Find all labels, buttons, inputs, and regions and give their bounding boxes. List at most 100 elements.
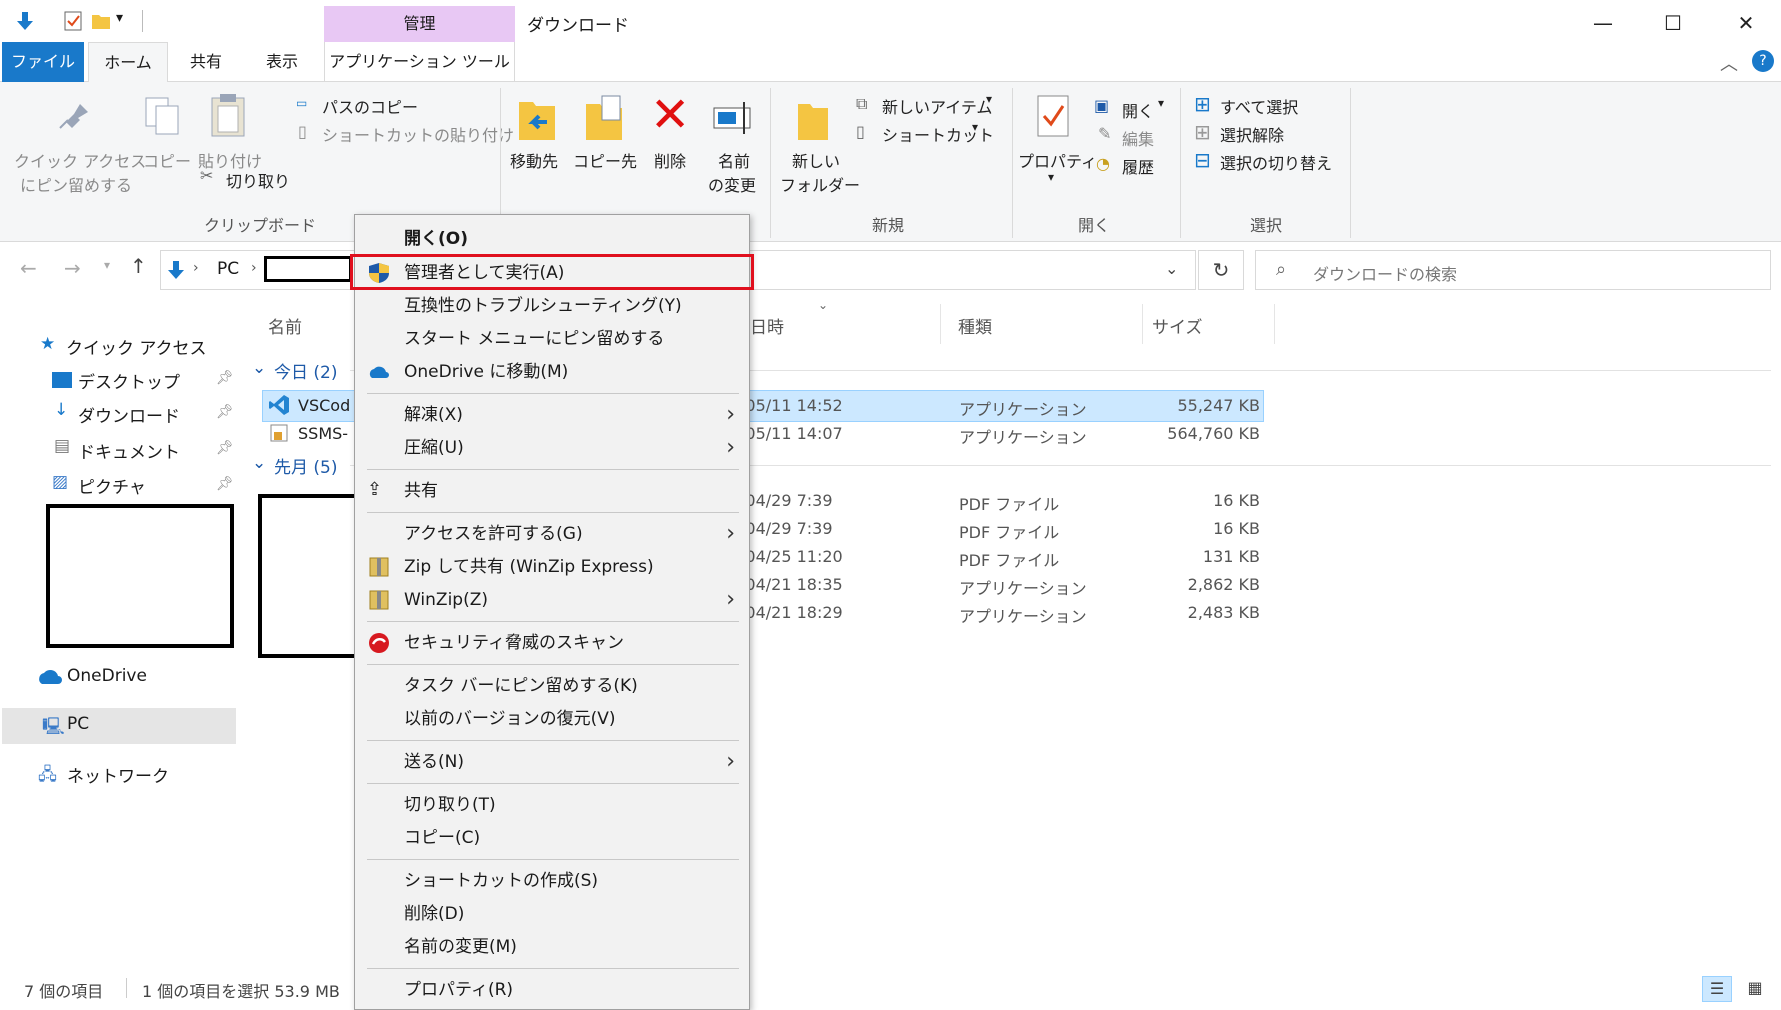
- tab-application-tools[interactable]: アプリケーション ツール: [324, 42, 515, 82]
- nav-downloads[interactable]: ダウンロード: [78, 402, 180, 427]
- invert-selection-button[interactable]: 選択の切り替え: [1220, 150, 1332, 174]
- nav-documents[interactable]: ドキュメント: [78, 438, 180, 463]
- paste-shortcut-button[interactable]: ショートカットの貼り付け: [322, 122, 514, 146]
- nav-desktop[interactable]: デスクトップ: [78, 368, 180, 393]
- download-arrow-icon[interactable]: [14, 10, 36, 32]
- back-icon[interactable]: ←: [20, 256, 37, 280]
- delete-button[interactable]: 削除: [654, 148, 686, 172]
- group-chevron-icon[interactable]: ⌄: [252, 453, 266, 473]
- copy-to-button[interactable]: コピー先: [573, 148, 637, 172]
- refresh-button[interactable]: ↻: [1198, 250, 1244, 290]
- pin-quick-access-label-2[interactable]: にピン留めする: [20, 172, 132, 196]
- menu-item-cut[interactable]: 切り取り(T): [355, 789, 749, 821]
- nav-quick-access[interactable]: クイック アクセス: [66, 334, 207, 359]
- tab-home[interactable]: ホーム: [88, 42, 168, 83]
- menu-item-properties[interactable]: プロパティ(R): [355, 974, 749, 1006]
- menu-item-give-access[interactable]: アクセスを許可する(G) ›: [355, 518, 749, 550]
- menu-item-onedrive-move[interactable]: OneDrive に移動(M): [355, 356, 749, 388]
- properties-dropdown-icon[interactable]: ▾: [1048, 170, 1054, 184]
- menu-item-open[interactable]: 開く(O): [355, 223, 749, 255]
- minimize-button[interactable]: —: [1580, 8, 1626, 38]
- menu-item-copy[interactable]: コピー(C): [355, 822, 749, 854]
- column-header-type[interactable]: 種類: [958, 313, 992, 338]
- properties-button[interactable]: プロパティ: [1018, 148, 1097, 172]
- close-button[interactable]: ✕: [1723, 8, 1769, 38]
- select-all-button[interactable]: すべて選択: [1220, 94, 1298, 118]
- edit-button[interactable]: 編集: [1122, 126, 1154, 150]
- column-header-name[interactable]: 名前: [268, 313, 302, 338]
- up-icon[interactable]: ↑: [130, 254, 147, 278]
- menu-item-compress[interactable]: 圧縮(U) ›: [355, 432, 749, 464]
- copy-path-button[interactable]: パスのコピー: [322, 94, 418, 118]
- new-folder-label-2[interactable]: フォルダー: [780, 172, 860, 196]
- menu-item-delete[interactable]: 削除(D): [355, 898, 749, 930]
- menu-item-security-scan[interactable]: セキュリティ脅威のスキャン: [355, 627, 749, 659]
- group-chevron-icon[interactable]: ⌄: [252, 358, 266, 378]
- clipboard-group-label: クリップボード: [204, 216, 317, 235]
- properties-check-icon[interactable]: [62, 10, 84, 32]
- details-view-icon[interactable]: ☰: [1702, 976, 1732, 1002]
- maximize-button[interactable]: ☐: [1650, 8, 1696, 38]
- menu-item-label: アクセスを許可する(G): [404, 524, 583, 544]
- pin-icon[interactable]: 📌︎: [216, 440, 234, 456]
- group-separator: [1180, 88, 1181, 238]
- new-folder-icon[interactable]: [90, 10, 112, 32]
- new-item-dropdown-icon[interactable]: ▾: [986, 92, 992, 106]
- rename-label-2[interactable]: の変更: [708, 172, 756, 196]
- menu-item-create-shortcut[interactable]: ショートカットの作成(S): [355, 865, 749, 897]
- menu-item-share[interactable]: ⇪ 共有: [355, 475, 749, 507]
- menu-item-send-to[interactable]: 送る(N) ›: [355, 746, 749, 778]
- tab-view[interactable]: 表示: [246, 42, 318, 82]
- menu-item-zip-share[interactable]: Zip して共有 (WinZip Express): [355, 551, 749, 583]
- new-folder-label-1[interactable]: 新しい: [792, 148, 840, 172]
- select-all-icon: ⊞: [1194, 92, 1211, 116]
- menu-item-restore-versions[interactable]: 以前のバージョンの復元(V): [355, 703, 749, 735]
- ribbon-tabs: ファイル ホーム 共有 表示 アプリケーション ツール ︿ ?: [0, 42, 1781, 83]
- column-header-date[interactable]: 日時: [750, 313, 784, 338]
- pin-icon[interactable]: 📌︎: [216, 476, 234, 492]
- pin-icon[interactable]: 📌︎: [216, 404, 234, 420]
- new-item-button[interactable]: 新しいアイテム: [882, 94, 992, 118]
- nav-pc[interactable]: PC: [67, 714, 89, 734]
- qat-dropdown-icon[interactable]: ▾: [116, 10, 123, 26]
- shortcut-dropdown-icon[interactable]: ▾: [972, 120, 978, 134]
- address-dropdown-icon[interactable]: ⌄: [1165, 259, 1178, 278]
- search-input[interactable]: ⌕ ダウンロードの検索: [1255, 250, 1771, 290]
- open-button[interactable]: 開く: [1122, 98, 1154, 122]
- menu-item-winzip[interactable]: WinZip(Z) ›: [355, 584, 749, 616]
- menu-item-pin-taskbar[interactable]: タスク バーにピン留めする(K): [355, 670, 749, 702]
- nav-pictures[interactable]: ピクチャ: [78, 473, 146, 498]
- file-name[interactable]: SSMS-: [298, 424, 348, 443]
- menu-item-rename[interactable]: 名前の変更(M): [355, 931, 749, 963]
- copy-button[interactable]: コピー: [143, 148, 191, 172]
- nav-onedrive[interactable]: OneDrive: [67, 666, 147, 686]
- pin-icon[interactable]: 📌︎: [216, 370, 234, 386]
- menu-item-troubleshoot[interactable]: 互換性のトラブルシューティング(Y): [355, 290, 749, 322]
- tab-share[interactable]: 共有: [170, 42, 242, 82]
- group-header-today[interactable]: 今日 (2): [274, 358, 337, 383]
- paste-icon: [211, 94, 245, 137]
- pin-quick-access-label-1[interactable]: クイック アクセス: [14, 148, 146, 172]
- menu-item-extract[interactable]: 解凍(X) ›: [355, 399, 749, 431]
- status-bar: 7 個の項目 1 個の項目を選択 53.9 MB ☰ ▦: [0, 968, 1781, 1010]
- menu-item-pin-start[interactable]: スタート メニューにピン留めする: [355, 323, 749, 355]
- help-icon[interactable]: ?: [1752, 50, 1774, 72]
- open-dropdown-icon[interactable]: ▾: [1158, 96, 1164, 110]
- large-icons-view-icon[interactable]: ▦: [1740, 976, 1770, 1002]
- recent-locations-icon[interactable]: ▾: [104, 258, 110, 272]
- collapse-ribbon-icon[interactable]: ︿: [1720, 50, 1738, 76]
- rename-label-1[interactable]: 名前: [718, 148, 750, 172]
- file-size: 2,862 KB: [1187, 575, 1260, 594]
- cut-button[interactable]: 切り取り: [226, 168, 290, 192]
- column-header-size[interactable]: サイズ: [1152, 313, 1203, 338]
- tab-file[interactable]: ファイル: [2, 42, 84, 82]
- menu-item-label: 解凍(X): [404, 405, 463, 425]
- breadcrumb-pc[interactable]: PC: [217, 259, 239, 279]
- forward-icon[interactable]: →: [64, 256, 81, 280]
- group-header-last-month[interactable]: 先月 (5): [274, 453, 337, 478]
- select-none-button[interactable]: 選択解除: [1220, 122, 1284, 146]
- nav-network[interactable]: ネットワーク: [67, 762, 169, 787]
- move-to-button[interactable]: 移動先: [510, 148, 558, 172]
- file-name[interactable]: VSCod: [298, 396, 350, 415]
- history-button[interactable]: 履歴: [1122, 154, 1154, 178]
